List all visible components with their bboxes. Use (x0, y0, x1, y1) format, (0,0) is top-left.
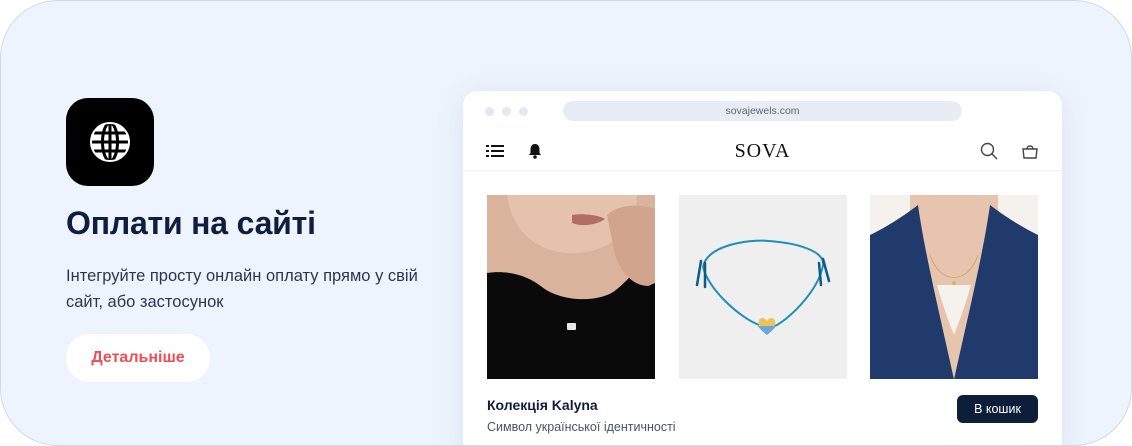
address-bar[interactable]: sovajewels.com (563, 101, 962, 121)
window-dot (485, 107, 494, 116)
product-image-3[interactable] (870, 195, 1038, 379)
collection-subtitle: Символ української ідентичності (487, 420, 676, 434)
store-navbar: SOVA (463, 131, 1062, 171)
url-text: sovajewels.com (725, 105, 800, 117)
cart-icon[interactable] (1020, 141, 1040, 161)
collection-name[interactable]: Колекція Kalyna (487, 397, 598, 413)
details-button[interactable]: Детальніше (66, 334, 210, 382)
promo-description: Інтегруйте просту онлайн оплату прямо у … (66, 267, 418, 311)
browser-mockup: sovajewels.com SOVA Колекція Kalyna Симв… (463, 91, 1062, 445)
promo-card: Оплати на сайті Інтегруйте просту онлайн… (0, 0, 1132, 446)
add-to-cart-button[interactable]: В кошик (957, 395, 1038, 423)
globe-icon (66, 98, 154, 186)
store-logo[interactable]: SOVA (463, 140, 1062, 163)
promo-title: Оплати на сайті (66, 205, 316, 241)
product-image-2[interactable] (679, 195, 847, 379)
window-dot (502, 107, 511, 116)
window-dot (519, 107, 528, 116)
search-icon[interactable] (979, 141, 999, 161)
product-image-1[interactable] (487, 195, 655, 379)
window-controls (485, 107, 528, 116)
